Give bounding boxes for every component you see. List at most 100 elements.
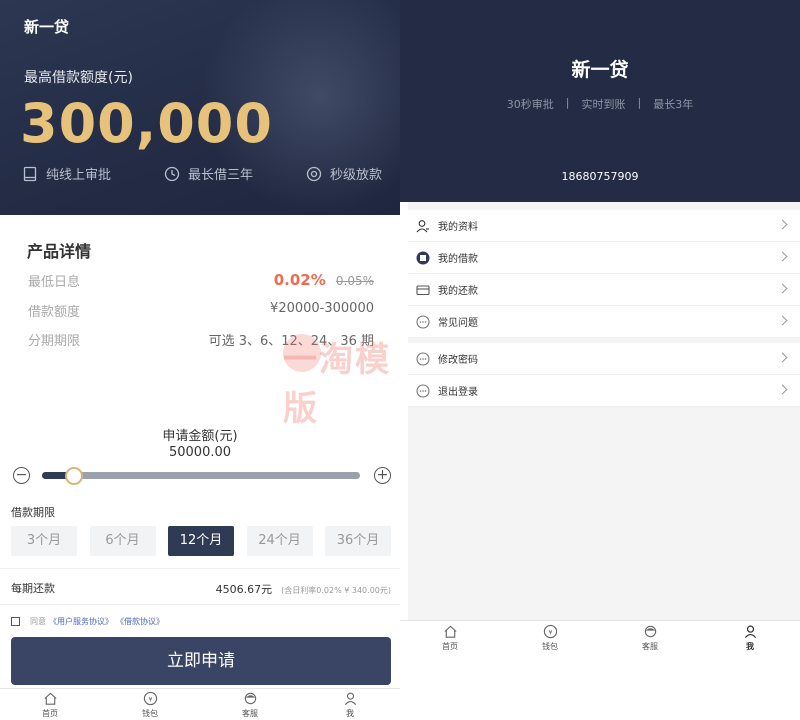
repayment-row: 每期还款 4506.67元 (含日利率0.02% ¥ 340.00元) — [11, 578, 391, 597]
tag-separator: | — [565, 96, 570, 109]
app-title: 新一贷 — [24, 18, 70, 36]
menu-item-repayments[interactable]: 我的还款 — [408, 274, 800, 306]
menu-group-settings: 修改密码 退出登录 — [408, 343, 800, 407]
user-icon — [344, 692, 356, 705]
password-icon — [416, 351, 430, 366]
max-limit-label: 最高借款额度(元) — [24, 70, 133, 86]
tag-separator: | — [637, 96, 642, 109]
menu-item-profile[interactable]: 我的资料 — [408, 210, 800, 242]
hero-banner: 新一贷 最高借款额度(元) 300,000 纯线上审批 最长借三年 秒级放款 — [0, 0, 400, 215]
feature-three-years: 最长借三年 — [164, 164, 253, 183]
menu-item-change-password[interactable]: 修改密码 — [408, 343, 800, 375]
home-icon — [43, 692, 57, 705]
tab-label: 客服 — [642, 642, 658, 651]
home-icon — [443, 625, 457, 638]
menu-item-faq[interactable]: 常见问题 — [408, 306, 800, 338]
menu-label: 修改密码 — [438, 355, 478, 366]
tab-wallet[interactable]: ¥ 钱包 — [120, 691, 180, 720]
repayment-value-group: 4506.67元 (含日利率0.02% ¥ 340.00元) — [216, 578, 391, 597]
target-icon — [306, 166, 322, 181]
apply-amount-value: 50000.00 — [168, 445, 232, 460]
user-phone: 18680757909 — [561, 170, 639, 183]
original-rate: 0.05% — [335, 274, 374, 288]
chevron-right-icon — [777, 283, 788, 294]
term-label: 借款期限 — [11, 506, 55, 519]
menu-label: 我的还款 — [438, 286, 478, 297]
chevron-right-icon — [777, 384, 788, 395]
loan-agreement-link[interactable]: 《借款协议》 — [116, 616, 164, 627]
feature-online-approval: 纯线上审批 — [22, 164, 111, 183]
repayment-value: 4506.67元 — [215, 583, 273, 596]
tab-label: 我 — [346, 709, 354, 718]
wallet-icon: ¥ — [143, 691, 157, 706]
term-option[interactable]: 3个月 — [11, 526, 77, 556]
current-rate: 0.02% — [273, 271, 326, 289]
apply-now-button[interactable]: 立即申请 — [11, 637, 391, 685]
menu-item-loans[interactable]: 我的借款 — [408, 242, 800, 274]
details-title: 产品详情 — [27, 242, 92, 261]
tab-service[interactable]: 客服 — [220, 691, 280, 720]
chevron-right-icon — [777, 352, 788, 363]
user-service-agreement-link[interactable]: 《用户服务协议》 — [49, 616, 113, 627]
term-option-selected[interactable]: 12个月 — [168, 526, 234, 556]
agree-checkbox[interactable] — [11, 617, 20, 626]
increase-button[interactable]: + — [374, 467, 391, 484]
svg-text:¥: ¥ — [148, 695, 152, 703]
chevron-right-icon — [777, 315, 788, 326]
watermark-logo — [283, 334, 321, 372]
term-option[interactable]: 6个月 — [89, 526, 156, 556]
user-icon — [744, 625, 756, 639]
faq-icon — [416, 314, 430, 329]
slider-track[interactable] — [42, 467, 360, 485]
agreement-prefix: 同意 — [30, 617, 46, 626]
menu-label: 退出登录 — [438, 387, 478, 398]
menu-area: 我的资料 我的借款 我的还款 常见问题 修改密码 退出登录 — [408, 202, 800, 620]
tab-wallet[interactable]: ¥ 钱包 — [520, 621, 580, 654]
loan-home-screen: 新一贷 最高借款额度(元) 300,000 纯线上审批 最长借三年 秒级放款 产… — [0, 0, 400, 720]
tab-me[interactable]: 我 — [720, 621, 780, 654]
tab-label: 客服 — [242, 709, 258, 718]
term-option[interactable]: 36个月 — [325, 526, 391, 556]
slider-thumb[interactable] — [64, 467, 83, 485]
feature-label: 秒级放款 — [329, 168, 382, 183]
profile-screen: 新一贷 30秒审批 | 实时到账 | 最长3年 18680757909 我的资料… — [400, 0, 800, 720]
tab-label: 首页 — [42, 709, 58, 718]
term-options: 3个月 6个月 12个月 24个月 36个月 — [11, 526, 391, 556]
tab-me[interactable]: 我 — [320, 691, 380, 720]
tab-label: 我 — [746, 642, 754, 651]
feature-instant-loan: 秒级放款 — [306, 164, 382, 183]
detail-row-term: 分期期限 可选 3、6、12、24、36 期 — [28, 330, 374, 349]
repayment-note: (含日利率0.02% ¥ 340.00元) — [281, 586, 391, 595]
amount-slider: − + — [13, 467, 391, 485]
feature-tag: 30秒审批 — [506, 98, 554, 111]
decrease-button[interactable]: − — [13, 467, 30, 484]
term-option[interactable]: 24个月 — [246, 526, 313, 556]
feature-label: 最长借三年 — [187, 168, 253, 183]
menu-label: 我的借款 — [438, 254, 478, 265]
tab-home[interactable]: 首页 — [20, 691, 80, 720]
repayment-label: 每期还款 — [11, 581, 55, 595]
tablet-icon — [23, 166, 37, 181]
divider — [0, 604, 400, 605]
menu-item-logout[interactable]: 退出登录 — [408, 375, 800, 407]
menu-group-account: 我的资料 我的借款 我的还款 常见问题 — [408, 210, 800, 338]
loan-icon — [416, 251, 430, 264]
detail-key: 最低日息 — [28, 275, 81, 290]
chevron-right-icon — [777, 251, 788, 262]
svg-text:¥: ¥ — [548, 628, 552, 636]
service-icon — [244, 692, 256, 705]
profile-header: 新一贷 30秒审批 | 实时到账 | 最长3年 18680757909 — [400, 0, 800, 202]
tab-label: 首页 — [442, 642, 458, 651]
feature-tags: 30秒审批 | 实时到账 | 最长3年 — [400, 96, 800, 112]
tab-label: 钱包 — [142, 709, 158, 718]
wallet-icon: ¥ — [543, 624, 557, 639]
tab-label: 钱包 — [542, 642, 558, 651]
detail-key: 借款额度 — [28, 305, 81, 320]
app-title: 新一贷 — [571, 59, 629, 81]
apply-amount-label: 申请金额(元) — [162, 429, 238, 444]
feature-tag: 实时到账 — [581, 98, 626, 111]
feature-list: 纯线上审批 最长借三年 秒级放款 — [22, 164, 382, 183]
logout-icon — [416, 383, 430, 398]
tab-service[interactable]: 客服 — [620, 621, 680, 654]
tab-home[interactable]: 首页 — [420, 621, 480, 654]
